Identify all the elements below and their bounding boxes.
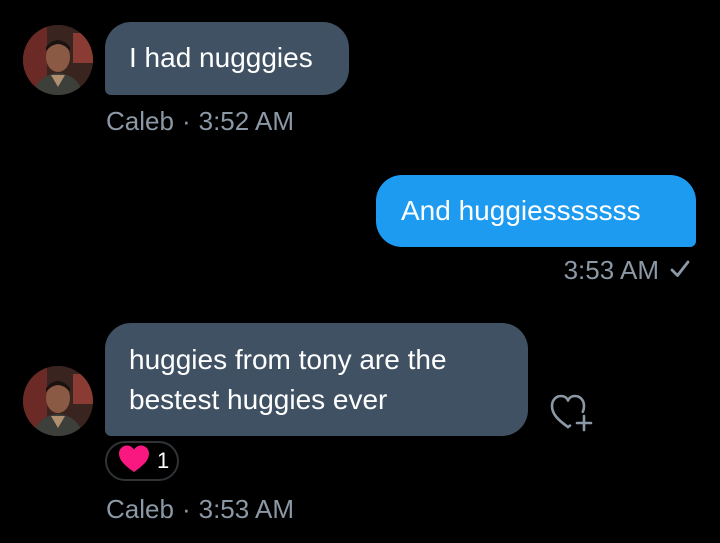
timestamp: 3:52 AM	[198, 106, 295, 136]
check-icon	[667, 256, 693, 288]
message-bubble[interactable]: I had nugggies	[105, 22, 349, 95]
message-meta: Caleb · 3:52 AM	[106, 106, 294, 136]
reaction-pill[interactable]: 1	[105, 441, 180, 481]
meta-separator: ·	[181, 494, 191, 524]
message-meta: Caleb · 3:53 AM	[106, 494, 294, 524]
message-meta: 3:53 AM	[564, 255, 693, 288]
avatar[interactable]	[23, 25, 93, 95]
heart-icon	[117, 444, 151, 479]
sender-name[interactable]: Caleb	[106, 106, 174, 136]
timestamp: 3:53 AM	[198, 494, 295, 524]
message-text-line: bestest huggies ever	[129, 384, 388, 415]
message-bubble[interactable]: huggies from tony are the bestest huggie…	[105, 323, 528, 436]
reaction-count: 1	[157, 448, 170, 473]
avatar-image	[23, 25, 93, 95]
meta-separator: ·	[181, 106, 191, 136]
message-text: And huggiesssssss	[401, 195, 641, 226]
message-text-line: huggies from tony are the	[129, 344, 447, 375]
avatar-image	[23, 366, 93, 436]
message-bubble[interactable]: And huggiesssssss	[376, 175, 696, 247]
message-text: I had nugggies	[129, 42, 313, 73]
sender-name[interactable]: Caleb	[106, 494, 174, 524]
avatar[interactable]	[23, 366, 93, 436]
heart-plus-icon[interactable]	[548, 392, 594, 439]
timestamp: 3:53 AM	[563, 255, 659, 285]
